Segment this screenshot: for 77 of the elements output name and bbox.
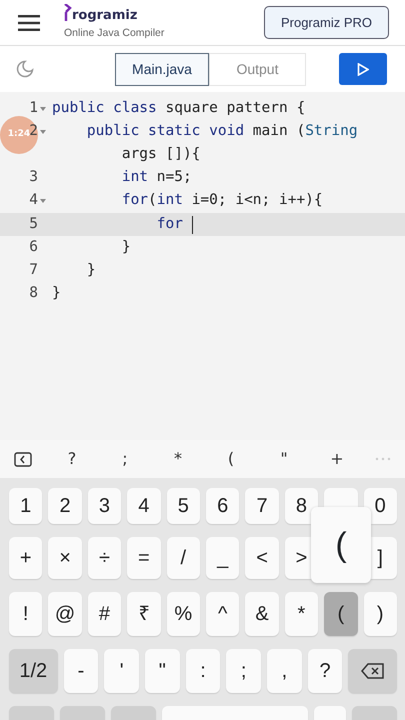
- more-icon[interactable]: [375, 457, 391, 461]
- text-cursor: [192, 216, 194, 234]
- pro-button[interactable]: Programiz PRO: [264, 6, 389, 40]
- keyboard-key[interactable]: +: [9, 537, 42, 579]
- fold-icon[interactable]: [38, 130, 48, 134]
- line-number: 2: [29, 122, 38, 141]
- line-number: 8: [29, 284, 38, 304]
- logo-text: rogramiz: [72, 8, 138, 22]
- dark-mode-icon[interactable]: [16, 60, 34, 78]
- fold-icon[interactable]: [38, 199, 48, 204]
- code-editor[interactable]: 1:24 1 public class square pattern { 2 public static void main (String args []){ 3 int n=5; 4 for(int i=0; i<n; i++){ 5 for 6 } 7 } 8 }: [0, 92, 405, 440]
- code-line: }: [52, 284, 61, 304]
- keyboard-key[interactable]: @: [48, 592, 82, 636]
- keyboard-key[interactable]: ?: [308, 649, 342, 693]
- code-line: for(int i=0; i<n; i++){: [120, 191, 323, 210]
- keyboard-key[interactable]: 2: [48, 488, 82, 524]
- symbol-key[interactable]: ;: [110, 447, 140, 471]
- keyboard-key[interactable]: 1: [9, 488, 42, 524]
- keyboard-key[interactable]: ×: [48, 537, 82, 579]
- backspace-key[interactable]: [348, 649, 397, 693]
- symbol-key[interactable]: *: [163, 447, 193, 471]
- keyboard-key[interactable]: !: [9, 592, 42, 636]
- key-preview-tooltip: (: [311, 507, 371, 583]
- keyboard-key[interactable]: ): [364, 592, 397, 636]
- code-line: args []){: [120, 145, 200, 164]
- backspace-icon: [360, 663, 385, 679]
- keyboard-key[interactable]: (: [324, 592, 358, 636]
- keyboard-key[interactable]: 0: [364, 488, 397, 524]
- run-button[interactable]: [338, 53, 387, 85]
- keyboard-key[interactable]: #: [88, 592, 122, 636]
- logo-icon: [64, 4, 72, 22]
- keyboard-key[interactable]: :: [186, 649, 220, 693]
- keyboard-key[interactable]: 4: [127, 488, 161, 524]
- back-icon[interactable]: [14, 452, 34, 466]
- code-line: }: [86, 261, 96, 280]
- keyboard-key[interactable]: ^: [206, 592, 240, 636]
- line-number: 6: [29, 238, 38, 257]
- keyboard-key[interactable]: -: [64, 649, 98, 693]
- keyboard-key[interactable]: ₹: [127, 592, 161, 636]
- code-line: }: [120, 238, 131, 257]
- keyboard-key[interactable]: /: [166, 537, 200, 579]
- keyboard-key[interactable]: 8: [284, 488, 318, 524]
- keyboard-key[interactable]: ;: [226, 649, 262, 693]
- keyboard-key[interactable]: ,: [267, 649, 302, 693]
- code-line: int n=5;: [120, 168, 192, 188]
- symbol-key[interactable]: ": [269, 447, 299, 471]
- line-number: 1: [29, 98, 38, 118]
- play-icon: [356, 62, 369, 76]
- keyboard-key[interactable]: 3: [88, 488, 122, 524]
- line-number: 5: [29, 214, 38, 234]
- symbol-key[interactable]: (: [216, 447, 246, 471]
- line-number: 3: [29, 168, 38, 188]
- code-line: for: [156, 214, 184, 234]
- keyboard-key[interactable]: 5: [166, 488, 200, 524]
- file-tab[interactable]: Main.java: [115, 52, 209, 86]
- symbol-key[interactable]: ?: [57, 447, 87, 471]
- keyboard-key[interactable]: <: [245, 537, 279, 579]
- keyboard-key[interactable]: %: [166, 592, 200, 636]
- code-line: public class square pattern {: [52, 98, 306, 118]
- keyboard-key[interactable]: 6: [206, 488, 240, 524]
- keyboard-key[interactable]: &: [245, 592, 279, 636]
- keyboard-key[interactable]: *: [284, 592, 318, 636]
- line-number: 4: [29, 191, 38, 210]
- fold-icon[interactable]: [38, 106, 48, 111]
- keyboard-key[interactable]: _: [206, 537, 240, 579]
- code-line: public static void main (String: [86, 122, 358, 141]
- keyboard-key[interactable]: ÷: [88, 537, 122, 579]
- file-tab[interactable]: Output: [208, 52, 306, 86]
- keyboard-key[interactable]: ': [104, 649, 139, 693]
- keyboard-key[interactable]: ": [144, 649, 180, 693]
- keyboard-key[interactable]: 7: [245, 488, 279, 524]
- subtitle: Online Java Compiler: [64, 26, 164, 41]
- keyboard-key[interactable]: 1/2: [9, 649, 58, 693]
- symbol-key[interactable]: +: [322, 447, 352, 471]
- menu-icon[interactable]: [18, 14, 40, 30]
- line-number: 7: [29, 261, 38, 280]
- keyboard-key[interactable]: =: [127, 537, 161, 579]
